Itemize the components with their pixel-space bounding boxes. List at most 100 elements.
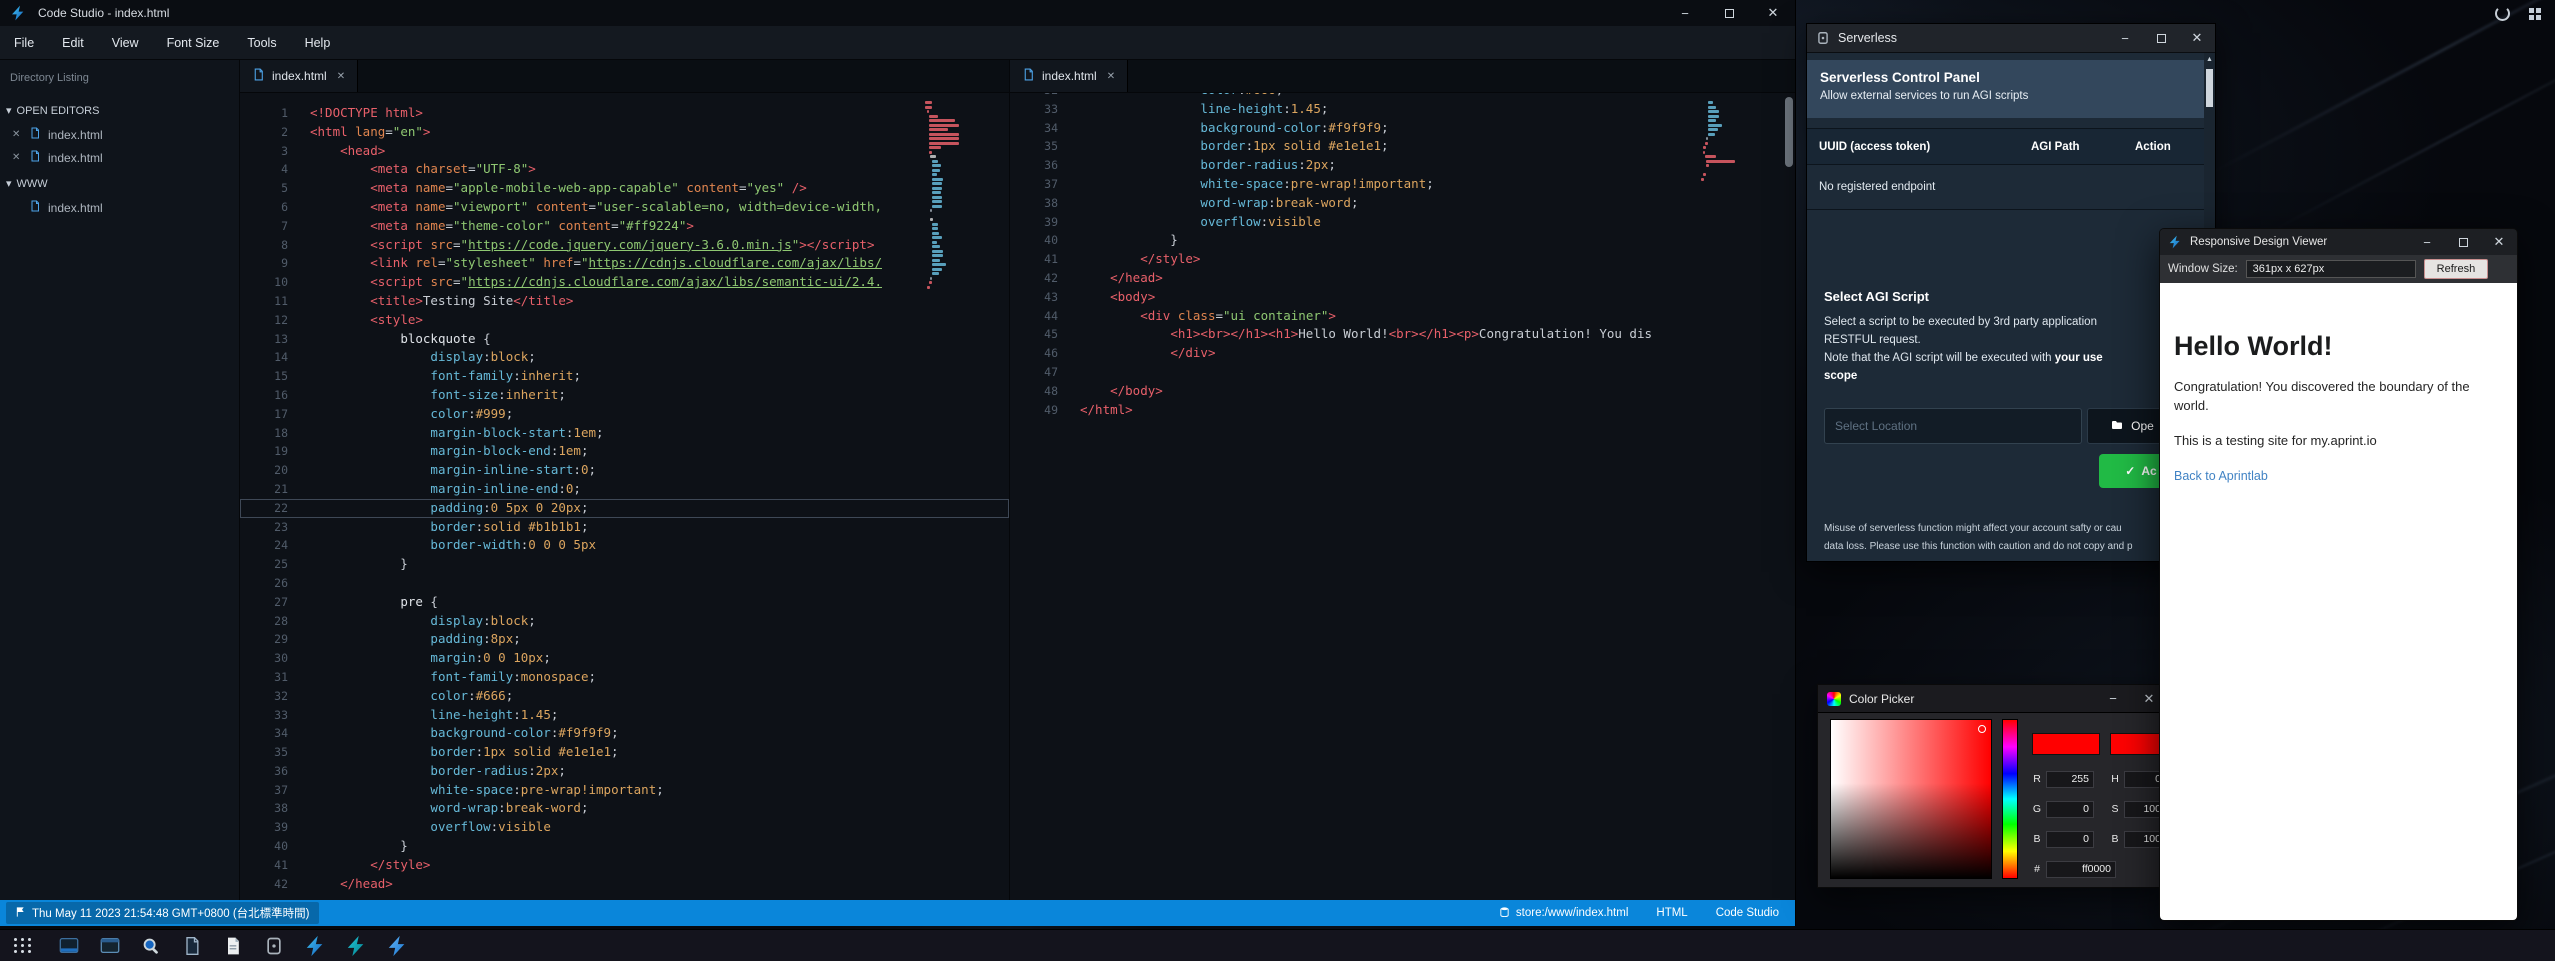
code-text: <div class="ui container"> [1080, 307, 1336, 326]
file-dark-icon[interactable] [181, 935, 203, 957]
line-number: 38 [1010, 194, 1058, 213]
minimize-button[interactable]: − [2095, 685, 2131, 712]
red-input[interactable] [2046, 771, 2094, 788]
scroll-up-arrow[interactable]: ▲ [2204, 53, 2215, 66]
maximize-button[interactable] [2445, 229, 2481, 255]
blue-input[interactable] [2046, 831, 2094, 848]
maximize-button[interactable] [2143, 24, 2179, 52]
responsive-viewer-window: Responsive Design Viewer − ✕ Window Size… [2159, 228, 2518, 921]
code-editor[interactable]: 32 color:#666;33 line-height:1.45;34 bac… [1010, 93, 1795, 900]
code-text: <h1><br></h1><h1>Hello World!<br></h1><p… [1080, 325, 1652, 344]
window-size-input[interactable] [2246, 260, 2416, 278]
taskbar-icons [58, 935, 408, 957]
grid-icon[interactable] [2529, 8, 2541, 20]
panel-title: Color Picker [1849, 692, 1914, 706]
code-text: </head> [1080, 269, 1163, 288]
start-button-icon[interactable] [14, 938, 32, 953]
sidebar-section-www[interactable]: ▾WWW [6, 177, 239, 190]
code-text: } [310, 837, 408, 856]
sidebar-item-index.html[interactable]: index.html [0, 196, 239, 219]
code-line-49: 49</html> [1010, 401, 1795, 420]
sidebar-item-index.html[interactable]: ✕index.html [0, 123, 239, 146]
desktop: Code Studio - index.html − ✕ FileEditVie… [0, 0, 2555, 961]
tab-label: index.html [272, 69, 327, 83]
tab-close-icon[interactable]: ✕ [1107, 71, 1115, 82]
minimize-button[interactable]: − [1663, 0, 1707, 26]
main-area: Directory Listing ▾OPEN EDITORS✕index.ht… [0, 60, 1795, 900]
minimap[interactable] [1701, 101, 1737, 182]
code-text: font-family:inherit; [310, 367, 581, 386]
line-number: 16 [240, 386, 288, 405]
close-button[interactable]: ✕ [1751, 0, 1795, 26]
editor-pane-right: index.html ✕ 32 color:#666;33 line-heigh… [1010, 60, 1795, 900]
code-line-35: 35 border:1px solid #e1e1e1; [240, 743, 1009, 762]
code-text: margin-inline-start:0; [310, 461, 596, 480]
terminal-window-icon[interactable] [58, 935, 80, 957]
code-studio-blue-icon[interactable] [304, 935, 326, 957]
menu-help[interactable]: Help [291, 26, 345, 60]
title-bar[interactable]: Color Picker − ✕ [1818, 685, 2167, 713]
line-number: 37 [1010, 175, 1058, 194]
menu-font-size[interactable]: Font Size [153, 26, 234, 60]
menu-tools[interactable]: Tools [233, 26, 290, 60]
code-text: color:#666; [310, 687, 513, 706]
serverless-app-icon[interactable] [263, 935, 285, 957]
window-controls: − ✕ [2107, 24, 2215, 52]
code-line-41: 41 </style> [240, 856, 1009, 875]
line-number: 10 [240, 273, 288, 292]
close-icon[interactable]: ✕ [12, 129, 22, 140]
tab-label: index.html [1042, 69, 1097, 83]
status-language: HTML [1656, 907, 1687, 919]
maximize-button[interactable] [1707, 0, 1751, 26]
sidebar-item-index.html[interactable]: ✕index.html [0, 146, 239, 169]
code-line-25: 25 } [240, 555, 1009, 574]
menu-edit[interactable]: Edit [48, 26, 98, 60]
menu-view[interactable]: View [98, 26, 153, 60]
line-number: 33 [240, 706, 288, 725]
line-number: 36 [240, 762, 288, 781]
code-editor[interactable]: 1<!DOCTYPE html>2<html lang="en">3 <head… [240, 93, 1009, 900]
hex-input[interactable] [2046, 861, 2116, 878]
hue-slider[interactable] [2002, 719, 2018, 879]
minimize-button[interactable]: − [2107, 24, 2143, 52]
line-number: 35 [1010, 137, 1058, 156]
title-bar[interactable]: Responsive Design Viewer − ✕ [2160, 229, 2517, 255]
search-app-icon[interactable] [140, 935, 162, 957]
code-line-38: 38 word-wrap:break-word; [1010, 194, 1795, 213]
tab-index-html[interactable]: index.html ✕ [1010, 60, 1128, 92]
file-light-icon[interactable] [222, 935, 244, 957]
spinner-icon[interactable] [2495, 6, 2510, 21]
code-text: <meta charset="UTF-8"> [310, 160, 536, 179]
title-bar[interactable]: Serverless − ✕ [1807, 24, 2215, 53]
code-line-10: 10 <script src="https://cdnjs.cloudflare… [240, 273, 1009, 292]
code-studio-window: Code Studio - index.html − ✕ FileEditVie… [0, 0, 1796, 926]
section-description: Select a script to be executed by 3rd pa… [1824, 313, 2194, 385]
code-studio-teal-icon[interactable] [345, 935, 367, 957]
refresh-button[interactable]: Refresh [2424, 259, 2489, 279]
close-button[interactable]: ✕ [2179, 24, 2215, 52]
close-icon[interactable]: ✕ [12, 152, 22, 163]
color-cursor[interactable] [1978, 725, 1986, 733]
app-window-icon[interactable] [99, 935, 121, 957]
sidebar-section-open-editors[interactable]: ▾OPEN EDITORS [6, 104, 239, 117]
script-location-input[interactable] [1824, 408, 2082, 444]
title-bar[interactable]: Code Studio - index.html − ✕ [0, 0, 1795, 26]
minimize-button[interactable]: − [2409, 229, 2445, 255]
status-file: store:/www/index.html [1499, 906, 1628, 921]
saturation-value-field[interactable] [1830, 719, 1992, 879]
close-button[interactable]: ✕ [2481, 229, 2517, 255]
code-studio-cyan-icon[interactable] [386, 935, 408, 957]
line-number: 43 [1010, 288, 1058, 307]
green-input[interactable] [2046, 801, 2094, 818]
scrollbar-thumb[interactable] [2206, 69, 2213, 107]
back-to-aprintlab-link[interactable]: Back to Aprintlab [2174, 469, 2503, 483]
code-line-34: 34 background-color:#f9f9f9; [1010, 119, 1795, 138]
code-line-34: 34 background-color:#f9f9f9; [240, 724, 1009, 743]
tab-index-html[interactable]: index.html ✕ [240, 60, 358, 92]
menu-file[interactable]: File [0, 26, 48, 60]
minimap[interactable] [925, 101, 961, 290]
wallpaper-streak [2210, 0, 2555, 175]
tab-close-icon[interactable]: ✕ [337, 71, 345, 82]
wallpaper-streak [2274, 32, 2555, 231]
scrollbar-thumb[interactable] [1785, 97, 1793, 167]
